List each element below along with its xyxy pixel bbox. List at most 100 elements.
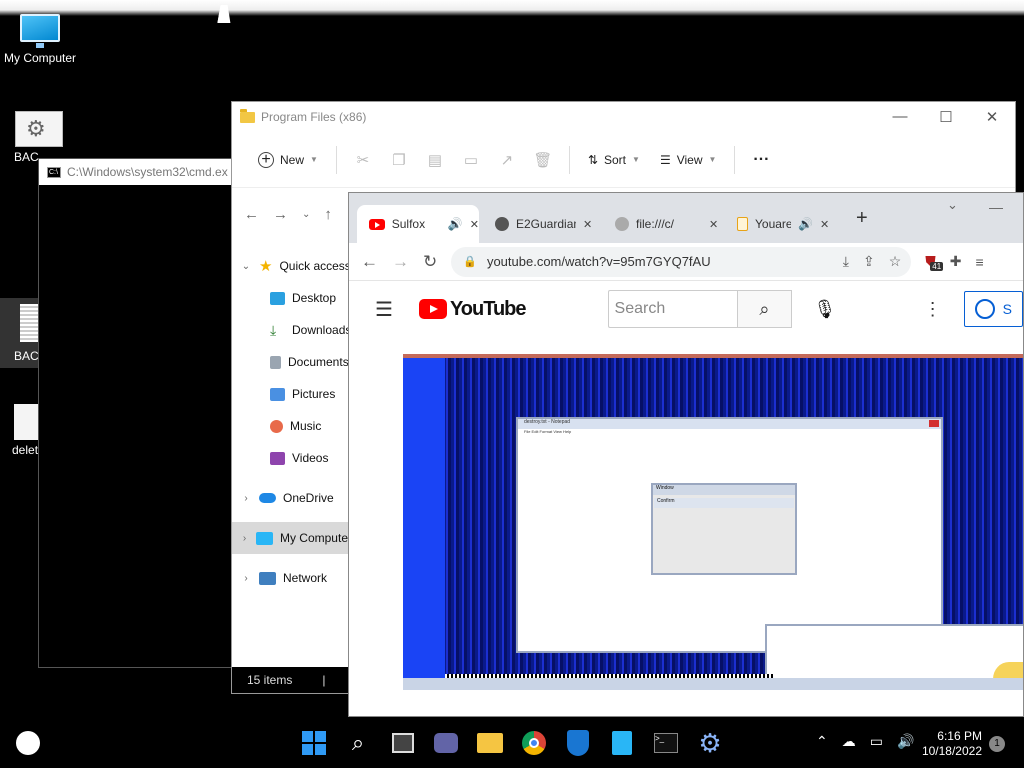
sort-button[interactable]: ⇅ Sort ▼ xyxy=(580,149,648,171)
clock-time: 6:16 PM xyxy=(937,729,982,743)
cut-icon[interactable]: ✂ xyxy=(347,151,379,169)
tab-close-icon[interactable]: ✕ xyxy=(709,218,718,231)
share-icon[interactable]: ⇪ xyxy=(863,253,875,270)
show-hidden-icons-icon[interactable]: ⌃ xyxy=(816,733,828,750)
paste-icon[interactable]: ▤ xyxy=(419,151,451,169)
address-bar[interactable]: 🔒 youtube.com/watch?v=95m7GYQ7fAU ⤓ ⇪ ☆ xyxy=(451,246,912,277)
chevron-right-icon[interactable]: › xyxy=(240,533,249,544)
tab-close-icon[interactable]: ✕ xyxy=(583,218,592,231)
forward-arrow-icon[interactable]: → xyxy=(273,206,288,223)
reload-icon[interactable]: ↻ xyxy=(423,252,437,272)
settings-button[interactable]: ⚙ xyxy=(697,728,723,758)
desktop-icon-bac-document[interactable]: BAC xyxy=(0,298,40,368)
tab-e2guardian[interactable]: E2Guardian ✕ xyxy=(483,205,601,243)
tree-label: Pictures xyxy=(292,387,336,401)
desktop-icon-delete[interactable]: delet xyxy=(0,404,40,457)
tab-label: file:///c/ xyxy=(636,217,675,231)
pictures-icon xyxy=(270,387,285,401)
chevron-right-icon[interactable]: › xyxy=(240,493,252,504)
task-view-button[interactable] xyxy=(390,730,416,756)
minimize-button[interactable]: — xyxy=(989,199,1003,215)
explorer-titlebar[interactable]: Program Files (x86) — ☐ ✕ xyxy=(232,102,1015,132)
recent-locations-icon[interactable]: ⌄ xyxy=(302,209,310,220)
chrome-button[interactable] xyxy=(521,730,547,756)
tab-youare[interactable]: Youare 🔊 ✕ xyxy=(725,205,843,243)
tab-sulfox[interactable]: Sulfox 🔊 ✕ xyxy=(357,205,479,243)
delete-icon[interactable]: 🗑 xyxy=(527,151,559,169)
back-arrow-icon[interactable]: ← xyxy=(244,206,259,223)
tab-close-icon[interactable]: ✕ xyxy=(470,218,479,231)
youtube-header: ☰ YouTube Search ⌕ 🎙 ⋮ S xyxy=(349,281,1023,337)
volume-icon[interactable]: 🔊 xyxy=(897,733,914,750)
microphone-icon[interactable]: 🎙 xyxy=(812,299,838,320)
search-button[interactable]: ⌕ xyxy=(736,290,792,328)
back-arrow-icon[interactable]: ← xyxy=(361,252,378,272)
tree-item-desktop[interactable]: Desktop xyxy=(232,282,352,314)
install-icon[interactable]: ⤓ xyxy=(843,253,849,270)
tree-item-network[interactable]: › Network xyxy=(232,562,352,594)
audio-playing-icon: 🔊 xyxy=(447,217,463,231)
cloud-icon[interactable]: ☁ xyxy=(842,733,856,750)
notepad-button[interactable] xyxy=(609,730,635,756)
extensions-puzzle-icon[interactable]: ✚ xyxy=(950,253,962,270)
notification-badge[interactable]: 1 xyxy=(989,736,1005,752)
sign-in-button[interactable]: S xyxy=(963,291,1023,327)
bookmark-star-icon[interactable]: ☆ xyxy=(889,253,902,270)
clock[interactable]: 6:16 PM 10/18/2022 xyxy=(918,729,982,759)
tree-item-downloads[interactable]: ⤓ Downloads xyxy=(232,314,352,346)
youtube-search-input[interactable]: Search xyxy=(607,290,737,328)
monitor-icon xyxy=(255,531,273,545)
desktop-icon-bac-settings[interactable]: ⚙ BAC xyxy=(0,111,78,164)
new-button[interactable]: + New ▼ xyxy=(250,148,326,172)
tab-file[interactable]: file:///c/ ✕ xyxy=(603,205,721,243)
teams-icon xyxy=(434,733,458,753)
tab-search-icon[interactable]: ⌄ xyxy=(947,197,958,213)
tree-item-quick-access[interactable]: ⌄ ★ Quick access xyxy=(232,250,352,282)
youtube-logo[interactable]: YouTube xyxy=(418,298,527,321)
download-icon: ⤓ xyxy=(270,321,277,338)
weather-icon[interactable] xyxy=(16,731,40,755)
search-icon[interactable]: ⌕ xyxy=(345,730,371,756)
tree-item-onedrive[interactable]: › OneDrive xyxy=(232,482,352,514)
terminal-button[interactable]: >_ xyxy=(653,730,679,756)
forward-arrow-icon[interactable]: → xyxy=(392,252,409,272)
copy-icon[interactable]: ❐ xyxy=(383,151,415,169)
chrome-window[interactable]: ⌄ — Sulfox 🔊 ✕ E2Guardian ✕ file:///c/ ✕… xyxy=(348,192,1024,717)
video-player[interactable]: destroy.txt - Notepad File Edit Format V… xyxy=(403,354,1023,690)
settings-dots-icon[interactable]: ⋮ xyxy=(924,299,942,320)
menu-icon[interactable]: ☰ xyxy=(375,297,393,322)
tree-label: Downloads xyxy=(292,323,352,337)
new-tab-button[interactable]: + xyxy=(856,207,868,230)
audio-playing-icon: 🔊 xyxy=(798,217,813,231)
maximize-button[interactable]: ☐ xyxy=(923,108,969,126)
mouse-cursor-icon xyxy=(217,5,234,23)
network-icon[interactable]: ▭ xyxy=(870,733,883,750)
clock-date: 10/18/2022 xyxy=(921,744,982,758)
up-arrow-icon[interactable]: ↑ xyxy=(324,206,332,223)
security-button[interactable] xyxy=(565,730,591,756)
desktop-icon-my-computer[interactable]: My Computer xyxy=(0,12,80,65)
cmd-window[interactable]: C:\ C:\Windows\system32\cmd.ex xyxy=(38,158,236,668)
minimize-button[interactable]: — xyxy=(877,108,923,126)
tree-item-documents[interactable]: Documents xyxy=(232,346,352,378)
video-dialog-title: Window xyxy=(653,485,795,495)
close-button[interactable]: ✕ xyxy=(969,108,1015,126)
file-explorer-button[interactable] xyxy=(477,730,503,756)
chevron-down-icon[interactable]: ⌄ xyxy=(240,261,252,272)
tree-item-music[interactable]: Music xyxy=(232,410,352,442)
view-button[interactable]: ☰ View ▼ xyxy=(652,149,724,171)
video-taskbar xyxy=(403,678,1023,690)
tree-item-pictures[interactable]: Pictures xyxy=(232,378,352,410)
cmd-titlebar[interactable]: C:\ C:\Windows\system32\cmd.ex xyxy=(39,159,235,185)
tree-item-videos[interactable]: Videos xyxy=(232,442,352,474)
teams-button[interactable] xyxy=(433,730,459,756)
chevron-right-icon[interactable]: › xyxy=(240,573,252,584)
ublock-icon[interactable]: ⛊ 41 xyxy=(925,253,944,271)
tree-item-my-computer[interactable]: › My Computer xyxy=(232,522,352,554)
media-control-icon[interactable]: ≡ xyxy=(975,254,983,270)
more-options-button[interactable]: ··· xyxy=(745,147,777,173)
share-icon[interactable]: ↗ xyxy=(491,151,523,169)
start-button[interactable] xyxy=(301,730,327,756)
tab-close-icon[interactable]: ✕ xyxy=(820,218,829,231)
rename-icon[interactable]: ▭ xyxy=(455,151,487,169)
